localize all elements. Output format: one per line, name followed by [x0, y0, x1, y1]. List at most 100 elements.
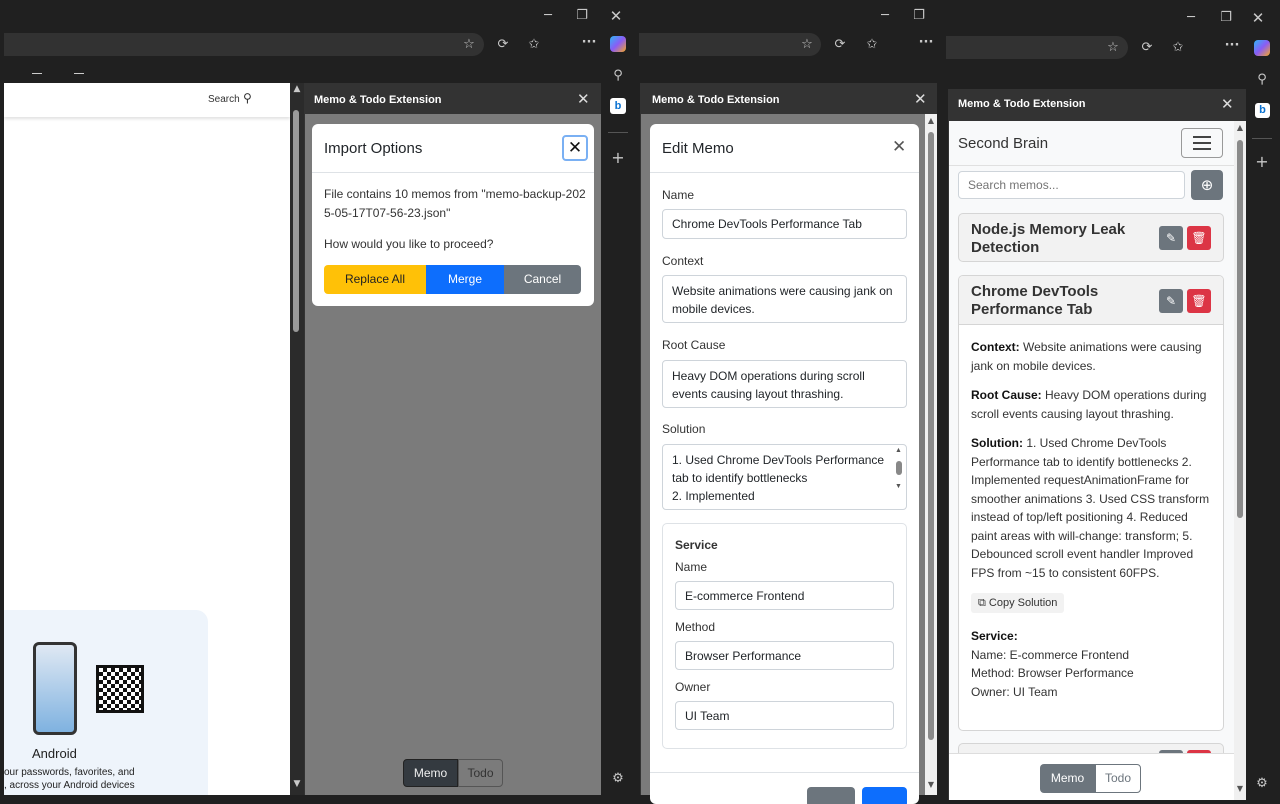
- delete-memo-button[interactable]: 🗑: [1187, 289, 1211, 313]
- more-options-icon[interactable]: ···: [1224, 38, 1240, 53]
- restore-icon[interactable]: ❐: [911, 8, 927, 23]
- delete-memo-button[interactable]: 🗑: [1187, 226, 1211, 250]
- scrollbar-thumb[interactable]: [928, 132, 934, 740]
- modal-footer-divider: [650, 772, 919, 773]
- copilot-icon[interactable]: [610, 36, 626, 52]
- service-card: Service Name E-commerce Frontend Method …: [662, 523, 907, 749]
- scrollbar-thumb[interactable]: [896, 461, 902, 475]
- minimize-icon[interactable]: ─: [877, 8, 893, 23]
- scroll-up-icon[interactable]: ▲: [1234, 123, 1246, 132]
- panel-title: Memo & Todo Extension: [958, 98, 1086, 110]
- webpage: Search ⚲ Android our passwords, favorite…: [4, 83, 290, 795]
- service-method-label: Method: [675, 620, 716, 634]
- minimize-icon[interactable]: ─: [1183, 10, 1199, 25]
- trash-icon: 🗑: [1191, 231, 1207, 245]
- name-label: Name: [662, 188, 695, 202]
- memo-card[interactable]: Node.js Memory Leak Detection ✎ 🗑: [958, 213, 1224, 262]
- search-memos-input[interactable]: [958, 171, 1185, 199]
- context-textarea[interactable]: Website animations were causing jank on …: [662, 275, 907, 323]
- close-panel-icon[interactable]: ✕: [1221, 95, 1234, 113]
- close-panel-icon[interactable]: ✕: [577, 90, 590, 108]
- scroll-up-icon[interactable]: ▲: [925, 116, 937, 125]
- favorites-list-icon[interactable]: ✩: [1170, 40, 1186, 55]
- close-window-icon[interactable]: ✕: [1250, 9, 1266, 27]
- webpage-search-label[interactable]: Search: [208, 94, 240, 105]
- modal-divider: [312, 172, 594, 173]
- service-name-input[interactable]: E-commerce Frontend: [675, 581, 894, 610]
- tab-memo[interactable]: Memo: [403, 759, 458, 787]
- search-sidebar-icon[interactable]: ⚲: [610, 68, 626, 83]
- favorites-list-icon[interactable]: ✩: [864, 37, 880, 52]
- favorite-star-icon[interactable]: ☆: [799, 37, 815, 52]
- menu-icon-bar: [1193, 142, 1211, 144]
- close-window-icon[interactable]: ✕: [608, 7, 624, 25]
- context-label: Context: [662, 254, 704, 268]
- add-sidebar-icon[interactable]: +: [610, 148, 626, 167]
- address-bar[interactable]: [639, 33, 821, 56]
- scroll-down-icon[interactable]: ▼: [925, 780, 937, 789]
- cancel-button[interactable]: Cancel: [504, 265, 581, 294]
- settings-icon[interactable]: ⚙: [1254, 776, 1270, 791]
- name-input[interactable]: Chrome DevTools Performance Tab: [662, 209, 907, 239]
- copy-solution-label: Copy Solution: [988, 597, 1058, 609]
- restore-icon[interactable]: ❐: [574, 8, 590, 23]
- tab-memo[interactable]: Memo: [1040, 764, 1095, 793]
- edit-memo-button[interactable]: ✎: [1159, 289, 1183, 313]
- panel-title: Memo & Todo Extension: [314, 94, 442, 106]
- settings-icon[interactable]: ⚙: [610, 771, 626, 786]
- scrollbar-thumb[interactable]: [1237, 140, 1243, 518]
- scrollbar-thumb[interactable]: [293, 110, 299, 332]
- textarea-scrollbar[interactable]: ▲ ▼: [895, 447, 902, 490]
- refresh-icon[interactable]: ⟳: [495, 37, 511, 52]
- more-options-icon[interactable]: ···: [581, 35, 597, 50]
- close-icon: ✕: [567, 138, 583, 158]
- service-owner-input[interactable]: UI Team: [675, 701, 894, 730]
- address-bar[interactable]: [946, 36, 1128, 59]
- close-icon[interactable]: ✕: [892, 137, 906, 157]
- solution-textarea[interactable]: 1. Used Chrome DevTools Performance tab …: [662, 444, 907, 510]
- scroll-up-icon[interactable]: ▲: [291, 84, 303, 94]
- scroll-up-icon[interactable]: ▲: [895, 447, 902, 454]
- address-bar[interactable]: [4, 33, 484, 56]
- merge-button[interactable]: Merge: [426, 265, 504, 294]
- restore-icon[interactable]: ❐: [1218, 10, 1234, 25]
- scroll-down-icon[interactable]: ▼: [895, 483, 902, 490]
- refresh-icon[interactable]: ⟳: [832, 37, 848, 52]
- close-panel-icon[interactable]: ✕: [914, 90, 927, 108]
- root-cause-paragraph: Root Cause: Heavy DOM operations during …: [971, 386, 1216, 423]
- scroll-down-icon[interactable]: ▼: [1234, 784, 1246, 793]
- bing-icon[interactable]: b: [1255, 103, 1270, 118]
- tab-todo[interactable]: Todo: [1095, 764, 1141, 793]
- add-memo-button[interactable]: ⊕: [1191, 170, 1223, 200]
- android-label: Android: [32, 746, 77, 761]
- bing-icon[interactable]: b: [610, 98, 626, 114]
- memo-card-header[interactable]: Chrome DevTools Performance Tab ✎ 🗑: [959, 276, 1223, 325]
- copy-solution-button[interactable]: ⧉ Copy Solution: [971, 593, 1065, 613]
- minimize-icon[interactable]: ─: [540, 8, 556, 23]
- service-method-input[interactable]: Browser Performance: [675, 641, 894, 670]
- refresh-icon[interactable]: ⟳: [1139, 40, 1155, 55]
- root-cause-textarea[interactable]: Heavy DOM operations during scroll event…: [662, 360, 907, 408]
- search-sidebar-icon[interactable]: ⚲: [1254, 72, 1270, 87]
- add-circle-icon: ⊕: [1200, 176, 1214, 194]
- tab-todo[interactable]: Todo: [458, 759, 503, 787]
- modal-title: Import Options: [324, 140, 423, 157]
- primary-footer-button[interactable]: [862, 787, 907, 804]
- service-owner: Owner: UI Team: [971, 684, 1058, 699]
- service-name-label: Name: [675, 560, 708, 574]
- menu-button[interactable]: [1181, 128, 1223, 158]
- more-options-icon[interactable]: ···: [918, 35, 934, 50]
- scroll-down-icon[interactable]: ▼: [291, 779, 303, 789]
- solution-line-1: 1. Used Chrome DevTools Performance tab …: [672, 453, 885, 485]
- secondary-footer-button[interactable]: [807, 787, 855, 804]
- copilot-icon[interactable]: [1254, 40, 1270, 56]
- modal-close-button[interactable]: ✕: [562, 135, 588, 161]
- favorites-list-icon[interactable]: ✩: [526, 37, 542, 52]
- edit-memo-button[interactable]: ✎: [1159, 226, 1183, 250]
- add-sidebar-icon[interactable]: +: [1254, 152, 1270, 171]
- favorite-star-icon[interactable]: ☆: [1105, 40, 1121, 55]
- favorite-star-icon[interactable]: ☆: [461, 37, 477, 52]
- replace-all-button[interactable]: Replace All: [324, 265, 426, 294]
- search-icon[interactable]: ⚲: [243, 91, 252, 105]
- service-owner-label: Owner: [675, 680, 711, 694]
